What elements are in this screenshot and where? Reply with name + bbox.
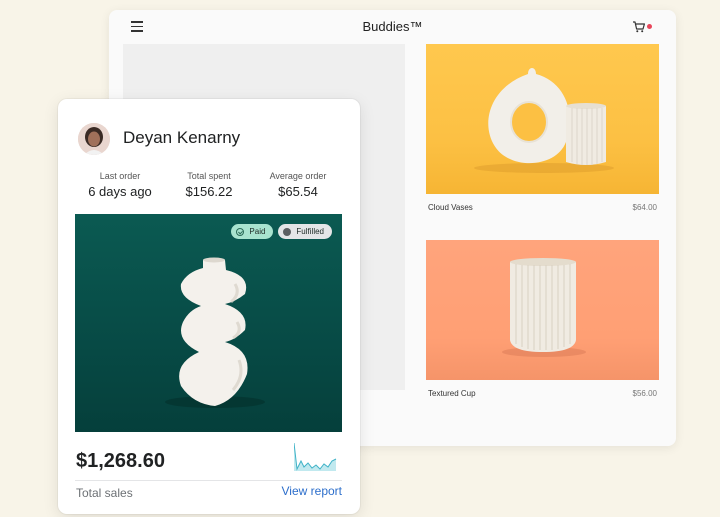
order-badges: Paid Fulfilled	[231, 224, 332, 239]
order-product-image: Paid Fulfilled	[75, 214, 342, 432]
product-image[interactable]	[426, 44, 659, 194]
fulfilled-badge: Fulfilled	[278, 224, 332, 239]
cart-icon[interactable]	[632, 20, 646, 34]
product-name[interactable]: Textured Cup	[428, 389, 476, 398]
stat-label: Last order	[99, 171, 141, 181]
paid-badge: Paid	[231, 224, 274, 239]
stat-value: $65.54	[278, 184, 318, 199]
view-report-link[interactable]: View report	[282, 484, 342, 498]
filled-circle-icon	[283, 227, 292, 236]
stat-average-order: Average order $65.54	[254, 171, 342, 199]
check-circle-icon	[236, 227, 245, 236]
product-image[interactable]	[426, 240, 659, 380]
product-name[interactable]: Cloud Vases	[428, 203, 473, 212]
stat-value: 6 days ago	[88, 184, 152, 199]
paid-badge-label: Paid	[249, 227, 266, 236]
total-sales-value: $1,268.60	[76, 450, 165, 472]
avatar	[78, 123, 110, 155]
stat-label: Average order	[269, 171, 327, 181]
product-price: $64.00	[632, 203, 657, 212]
cart-notification-dot	[647, 24, 652, 29]
textured-cup-image	[502, 258, 586, 357]
customer-card: Deyan Kenarny Last order 6 days ago Tota…	[58, 99, 360, 514]
divider	[75, 480, 342, 481]
total-sales-label: Total sales	[76, 486, 133, 500]
customer-name: Deyan Kenarny	[123, 128, 241, 147]
vase-image	[165, 257, 265, 408]
sales-sparkline-icon	[294, 442, 337, 471]
product-price: $56.00	[632, 389, 657, 398]
store-title: Buddies™	[362, 19, 423, 34]
product-card[interactable]: Textured Cup $56.00	[426, 240, 659, 398]
stat-label: Total spent	[187, 171, 231, 181]
customer-stats: Last order 6 days ago Total spent $156.2…	[76, 171, 342, 199]
stat-total-spent: Total spent $156.22	[165, 171, 253, 199]
cloud-vases-image	[474, 68, 614, 173]
store-header: Buddies™	[109, 10, 676, 46]
stat-value: $156.22	[185, 184, 233, 199]
fulfilled-badge-label: Fulfilled	[296, 227, 324, 236]
product-card[interactable]: Cloud Vases $64.00	[426, 44, 659, 212]
stat-last-order: Last order 6 days ago	[76, 171, 164, 199]
